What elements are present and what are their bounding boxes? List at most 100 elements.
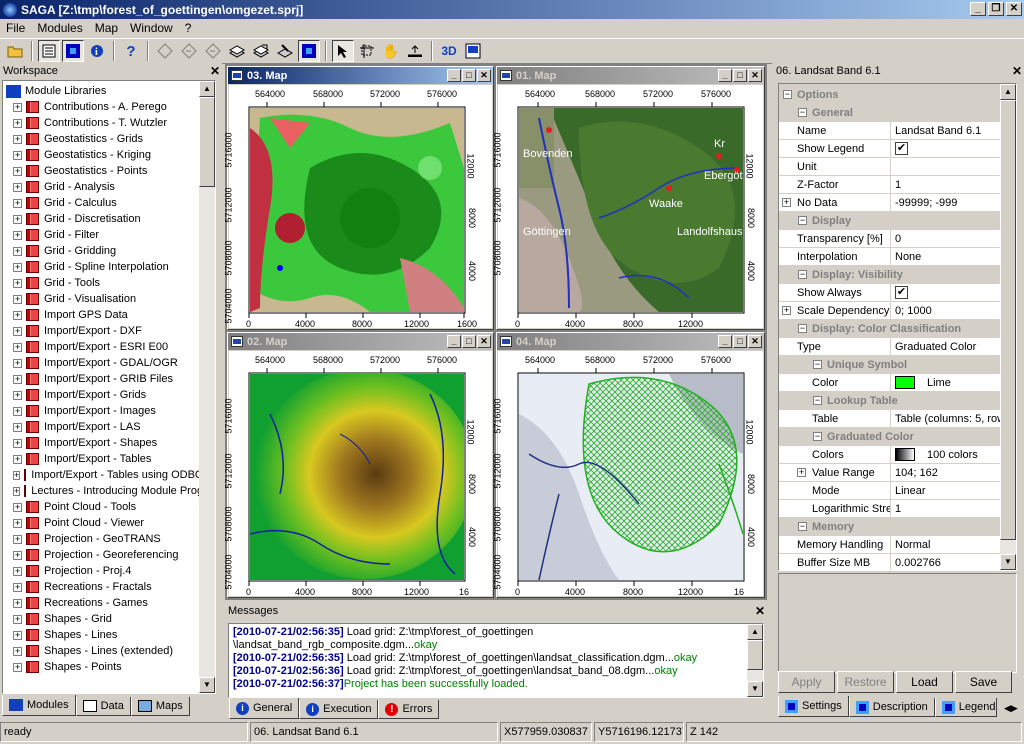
tab-execution[interactable]: i Execution	[299, 700, 379, 719]
scroll-thumb[interactable]	[199, 97, 215, 187]
tree-item-module-library[interactable]: + Import/Export - DXF	[3, 323, 199, 339]
tab-legend[interactable]: Legend	[934, 698, 997, 717]
tree-item-module-library[interactable]: + Grid - Visualisation	[3, 291, 199, 307]
workspace-close-icon[interactable]: ✕	[208, 64, 222, 78]
expand-icon[interactable]: +	[13, 630, 22, 640]
tree-item-module-library[interactable]: + Import/Export - Tables using ODBC	[3, 467, 199, 483]
property-row[interactable]: Mode Linear	[779, 482, 1000, 500]
property-row[interactable]: Show Legend ✔	[779, 140, 1000, 158]
tree-item-module-library[interactable]: + Shapes - Points	[3, 659, 199, 675]
property-value-cell[interactable]: 0	[891, 230, 1000, 247]
property-category[interactable]: − Unique Symbol	[779, 356, 1000, 374]
tree-item-module-library[interactable]: + Grid - Spline Interpolation	[3, 259, 199, 275]
collapse-icon[interactable]: −	[798, 270, 807, 279]
scroll-thumb[interactable]	[1000, 100, 1016, 540]
expand-icon[interactable]: +	[13, 102, 22, 112]
messages-close-icon[interactable]: ✕	[753, 604, 767, 618]
expand-icon[interactable]: +	[13, 150, 22, 160]
property-row[interactable]: Show Always ✔	[779, 284, 1000, 302]
scroll-down-icon[interactable]: ▼	[199, 677, 215, 693]
property-row[interactable]: Buffer Size MB 0.002766	[779, 554, 1000, 570]
zoom-forward-icon[interactable]	[202, 40, 224, 62]
menu-window[interactable]: Window	[124, 21, 179, 35]
expand-icon[interactable]: +	[13, 662, 22, 672]
tree-item-module-library[interactable]: + Shapes - Grid	[3, 611, 199, 627]
property-row[interactable]: Z-Factor 1	[779, 176, 1000, 194]
expand-icon[interactable]: +	[13, 198, 22, 208]
close-button[interactable]: ✕	[748, 335, 762, 348]
map-window-icon[interactable]	[298, 40, 320, 62]
property-row[interactable]: Color Lime	[779, 374, 1000, 392]
tree-item-module-library[interactable]: + Grid - Filter	[3, 227, 199, 243]
help-icon[interactable]: ?	[120, 40, 142, 62]
tab-maps[interactable]: Maps	[130, 697, 190, 716]
close-button[interactable]: ✕	[477, 69, 491, 82]
tree-item-module-library[interactable]: + Lectures - Introducing Module Programmi…	[3, 483, 199, 499]
property-value-cell[interactable]: ✔	[891, 284, 1000, 301]
expand-icon[interactable]: +	[13, 214, 22, 224]
messages-scrollbar[interactable]: ▲ ▼	[747, 624, 763, 697]
color-swatch[interactable]	[895, 376, 915, 389]
property-category[interactable]: − Options	[779, 86, 1000, 104]
expand-icon[interactable]: +	[13, 534, 22, 544]
expand-icon[interactable]: +	[13, 134, 22, 144]
tree-item-module-library[interactable]: + Recreations - Games	[3, 595, 199, 611]
map-window-01[interactable]: 01. Map _□✕ Bovenden Göttingen Waake E	[493, 66, 765, 330]
expand-icon[interactable]: +	[782, 306, 791, 315]
property-category[interactable]: − Graduated Color	[779, 428, 1000, 446]
layer-edit-icon[interactable]	[274, 40, 296, 62]
tree-item-module-library[interactable]: + Point Cloud - Tools	[3, 499, 199, 515]
expand-icon[interactable]: +	[13, 582, 22, 592]
property-value-cell[interactable]	[891, 158, 1000, 175]
collapse-icon[interactable]: −	[798, 324, 807, 333]
collapse-icon[interactable]: −	[813, 432, 822, 441]
property-value-cell[interactable]: 104; 162	[891, 464, 1000, 481]
collapse-icon[interactable]: −	[783, 90, 792, 99]
distance-tool-icon[interactable]	[404, 40, 426, 62]
property-value-cell[interactable]: Graduated Color	[891, 338, 1000, 355]
tree-item-module-library[interactable]: + Projection - Georeferencing	[3, 547, 199, 563]
property-value-cell[interactable]: 0.002766	[891, 554, 1000, 570]
properties-close-icon[interactable]: ✕	[1010, 64, 1024, 78]
minimize-button[interactable]: _	[970, 2, 986, 16]
tab-description[interactable]: Description	[848, 698, 935, 717]
expand-icon[interactable]: +	[13, 342, 22, 352]
tree-item-module-library[interactable]: + Import/Export - Shapes	[3, 435, 199, 451]
maximize-button[interactable]: □	[733, 69, 747, 82]
expand-icon[interactable]: +	[13, 470, 21, 480]
property-row[interactable]: Colors 100 colors	[779, 446, 1000, 464]
tree-item-module-library[interactable]: + Import/Export - GDAL/OGR	[3, 355, 199, 371]
expand-icon[interactable]: +	[13, 646, 22, 656]
info-icon[interactable]: i	[86, 40, 108, 62]
pan-hand-icon[interactable]: ✋	[380, 40, 402, 62]
property-value-cell[interactable]: None	[891, 248, 1000, 265]
properties-scrollbar[interactable]: ▲ ▼	[1000, 84, 1016, 570]
property-category[interactable]: − Memory	[779, 518, 1000, 536]
property-row[interactable]: Interpolation None	[779, 248, 1000, 266]
property-category[interactable]: − Display	[779, 212, 1000, 230]
minimize-button[interactable]: _	[447, 335, 461, 348]
tree-item-module-library[interactable]: + Grid - Gridding	[3, 243, 199, 259]
tree-item-module-library[interactable]: + Grid - Discretisation	[3, 211, 199, 227]
expand-icon[interactable]: +	[13, 406, 22, 416]
property-value-cell[interactable]: 0; 1000	[891, 302, 1000, 319]
expand-icon[interactable]: +	[13, 262, 22, 272]
property-value-cell[interactable]: 100 colors	[891, 446, 1000, 463]
minimize-button[interactable]: _	[447, 69, 461, 82]
collapse-icon[interactable]: −	[813, 360, 822, 369]
close-button[interactable]: ✕	[748, 69, 762, 82]
expand-icon[interactable]: +	[13, 486, 21, 496]
expand-icon[interactable]: +	[13, 374, 22, 384]
zoom-full-icon[interactable]	[154, 40, 176, 62]
scroll-up-icon[interactable]: ▲	[199, 81, 215, 97]
minimize-button[interactable]: _	[718, 69, 732, 82]
tree-item-module-library[interactable]: + Grid - Tools	[3, 275, 199, 291]
property-row[interactable]: + No Data -99999; -999	[779, 194, 1000, 212]
scroll-thumb[interactable]	[747, 640, 763, 670]
expand-icon[interactable]: +	[13, 438, 22, 448]
property-value-cell[interactable]: Landsat Band 6.1	[891, 122, 1000, 139]
property-value-cell[interactable]: 1	[891, 176, 1000, 193]
tree-item-module-library[interactable]: + Shapes - Lines (extended)	[3, 643, 199, 659]
load-button[interactable]: Load	[896, 671, 953, 693]
open-folder-icon[interactable]	[4, 40, 26, 62]
